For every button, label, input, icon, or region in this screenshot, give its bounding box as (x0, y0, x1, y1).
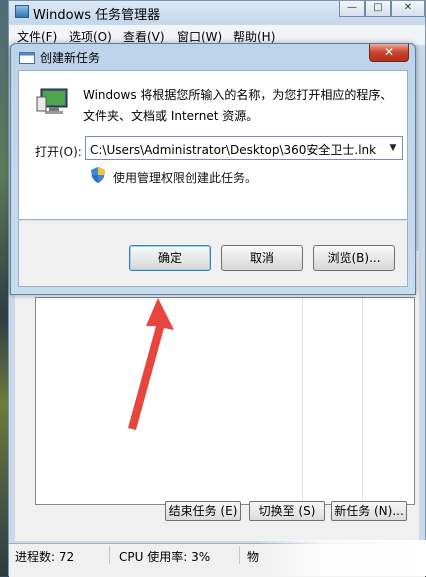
close-button[interactable]: ✕ (391, 1, 425, 17)
dialog-body: Windows 将根据您所输入的名称，为您打开相应的程序、文件夹、文档或 Int… (18, 70, 408, 220)
dialog-title: 创建新任务 (40, 51, 101, 65)
process-count: 进程数: 72 (15, 550, 75, 564)
cancel-button[interactable]: 取消 (221, 245, 303, 271)
list-column-divider (362, 298, 363, 504)
dialog-icon (19, 52, 35, 64)
status-separator (109, 546, 110, 564)
maximize-button[interactable]: □ (365, 1, 391, 17)
uac-shield-icon (91, 167, 105, 183)
browse-button[interactable]: 浏览(B)... (313, 245, 395, 271)
task-manager-title: Windows 任务管理器 (33, 8, 161, 23)
end-task-button[interactable]: 结束任务 (E) (165, 501, 241, 521)
ok-button[interactable]: 确定 (129, 245, 211, 271)
annotation-arrow (128, 298, 174, 430)
switch-to-button[interactable]: 切换至 (S) (249, 501, 325, 521)
chevron-down-icon[interactable]: ▼ (384, 137, 402, 159)
open-path-combobox[interactable]: C:\Users\Administrator\Desktop\360安全卫士.l… (85, 136, 403, 160)
dialog-close-button[interactable]: ✕ (369, 44, 409, 62)
open-path-value[interactable]: C:\Users\Administrator\Desktop\360安全卫士.l… (90, 141, 376, 158)
admin-privilege-label[interactable]: 使用管理权限创建此任务。 (113, 169, 257, 186)
status-separator (239, 546, 240, 564)
dialog-button-area: 确定 取消 浏览(B)... (18, 220, 408, 287)
cpu-usage: CPU 使用率: 3% (119, 550, 211, 564)
dialog-description: Windows 将根据您所输入的名称，为您打开相应的程序、文件夹、文档或 Int… (83, 88, 393, 123)
menu-bar: 文件(F) 选项(O) 查看(V) 窗口(W) 帮助(H) (9, 25, 425, 45)
application-list[interactable] (35, 297, 415, 505)
task-manager-icon (15, 5, 29, 18)
minimize-button[interactable]: — (339, 1, 365, 17)
watermark-overlay (256, 540, 426, 576)
open-label: 打开(O): (35, 145, 82, 159)
run-program-icon (36, 88, 68, 114)
task-manager-titlebar[interactable]: Windows 任务管理器 — □ ✕ (9, 1, 425, 23)
new-task-button[interactable]: 新任务 (N)... (331, 501, 407, 521)
list-column-divider (302, 298, 303, 504)
create-new-task-dialog: 创建新任务 ✕ Windows 将根据您所输入的名称，为您打开相应的程序、文件夹… (10, 43, 416, 295)
